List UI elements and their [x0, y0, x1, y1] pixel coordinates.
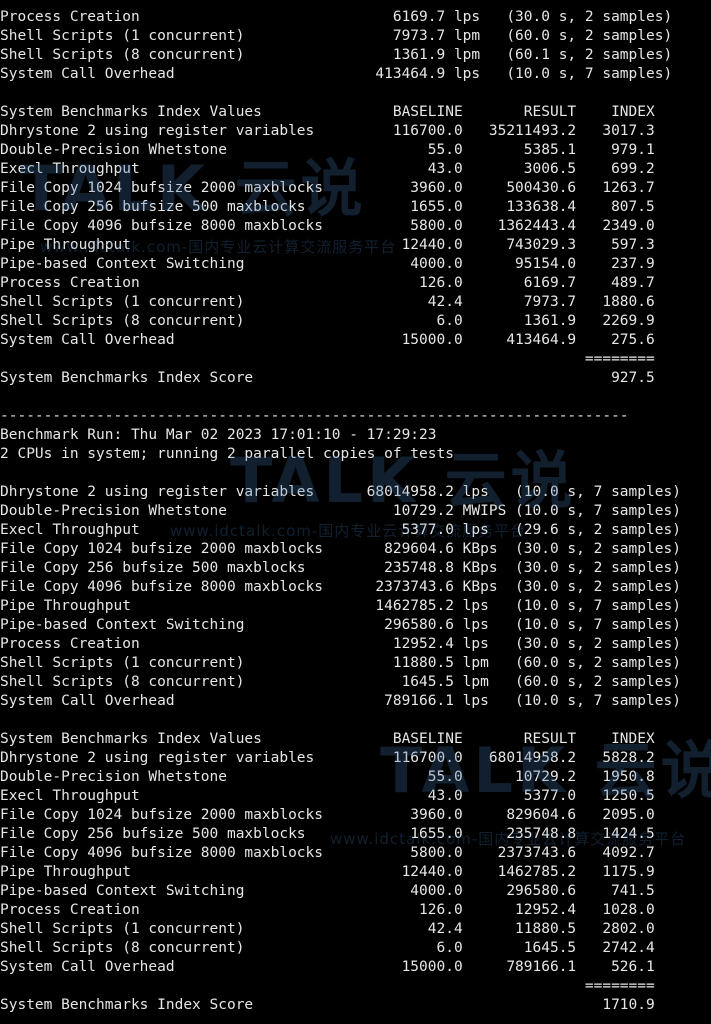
terminal-line: File Copy 256 bufsize 500 maxblocks 1655…: [0, 826, 655, 842]
terminal-line: Pipe-based Context Switching 4000.0 9515…: [0, 256, 655, 272]
terminal-line: File Copy 4096 bufsize 8000 maxblocks 58…: [0, 218, 655, 234]
terminal-line: System Call Overhead 789166.1 lps (10.0 …: [0, 693, 681, 709]
terminal-line: Execl Throughput 43.0 3006.5 699.2: [0, 161, 655, 177]
terminal-line: File Copy 1024 bufsize 2000 maxblocks 82…: [0, 541, 681, 557]
terminal-line: File Copy 1024 bufsize 2000 maxblocks 39…: [0, 807, 655, 823]
terminal-line: 2 CPUs in system; running 2 parallel cop…: [0, 446, 454, 462]
terminal-line: Process Creation 126.0 12952.4 1028.0: [0, 902, 655, 918]
terminal-line: Pipe-based Context Switching 4000.0 2965…: [0, 883, 655, 899]
terminal-line: System Benchmarks Index Values BASELINE …: [0, 104, 655, 120]
terminal-line: System Benchmarks Index Values BASELINE …: [0, 731, 655, 747]
terminal-line: ========: [0, 978, 655, 994]
terminal-line: File Copy 4096 bufsize 8000 maxblocks 23…: [0, 579, 681, 595]
terminal-line: Shell Scripts (1 concurrent) 42.4 11880.…: [0, 921, 655, 937]
terminal-line: Shell Scripts (8 concurrent) 1645.5 lpm …: [0, 674, 681, 690]
terminal-line: Dhrystone 2 using register variables 116…: [0, 750, 655, 766]
terminal-line: Shell Scripts (8 concurrent) 6.0 1645.5 …: [0, 940, 655, 956]
terminal-line: Double-Precision Whetstone 10729.2 MWIPS…: [0, 503, 681, 519]
terminal-line: ----------------------------------------…: [0, 408, 629, 424]
terminal-line: Shell Scripts (8 concurrent) 1361.9 lpm …: [0, 47, 673, 63]
terminal-line: System Call Overhead 15000.0 413464.9 27…: [0, 332, 655, 348]
terminal-line: Dhrystone 2 using register variables 680…: [0, 484, 681, 500]
terminal-line: File Copy 256 bufsize 500 maxblocks 1655…: [0, 199, 655, 215]
terminal-line: Shell Scripts (1 concurrent) 11880.5 lpm…: [0, 655, 681, 671]
terminal-line: Pipe-based Context Switching 296580.6 lp…: [0, 617, 681, 633]
terminal-line: Double-Precision Whetstone 55.0 5385.1 9…: [0, 142, 655, 158]
terminal-line: Shell Scripts (1 concurrent) 42.4 7973.7…: [0, 294, 655, 310]
terminal-line: Pipe Throughput 12440.0 1462785.2 1175.9: [0, 864, 655, 880]
terminal-line: File Copy 1024 bufsize 2000 maxblocks 39…: [0, 180, 655, 196]
terminal-line: System Call Overhead 413464.9 lps (10.0 …: [0, 66, 673, 82]
terminal-line: ========: [0, 351, 655, 367]
terminal-line: Double-Precision Whetstone 55.0 10729.2 …: [0, 769, 655, 785]
terminal-line: Execl Throughput 5377.0 lps (29.6 s, 2 s…: [0, 522, 681, 538]
terminal-line: System Benchmarks Index Score 1710.9: [0, 997, 655, 1013]
terminal-line: System Call Overhead 15000.0 789166.1 52…: [0, 959, 655, 975]
terminal-line: System Benchmarks Index Score 927.5: [0, 370, 655, 386]
terminal-line: Process Creation 12952.4 lps (30.0 s, 2 …: [0, 636, 681, 652]
terminal-line: Process Creation 126.0 6169.7 489.7: [0, 275, 655, 291]
terminal-line: Shell Scripts (1 concurrent) 7973.7 lpm …: [0, 28, 673, 44]
terminal-line: Pipe Throughput 12440.0 743029.3 597.3: [0, 237, 655, 253]
terminal-line: Dhrystone 2 using register variables 116…: [0, 123, 655, 139]
terminal-line: Pipe Throughput 1462785.2 lps (10.0 s, 7…: [0, 598, 681, 614]
terminal-line: Benchmark Run: Thu Mar 02 2023 17:01:10 …: [0, 427, 437, 443]
terminal-line: File Copy 4096 bufsize 8000 maxblocks 58…: [0, 845, 655, 861]
terminal-output[interactable]: Process Creation 6169.7 lps (30.0 s, 2 s…: [0, 8, 711, 1024]
terminal-line: Process Creation 6169.7 lps (30.0 s, 2 s…: [0, 9, 673, 25]
terminal-line: Shell Scripts (8 concurrent) 6.0 1361.9 …: [0, 313, 655, 329]
terminal-line: Execl Throughput 43.0 5377.0 1250.5: [0, 788, 655, 804]
terminal-line: File Copy 256 bufsize 500 maxblocks 2357…: [0, 560, 681, 576]
